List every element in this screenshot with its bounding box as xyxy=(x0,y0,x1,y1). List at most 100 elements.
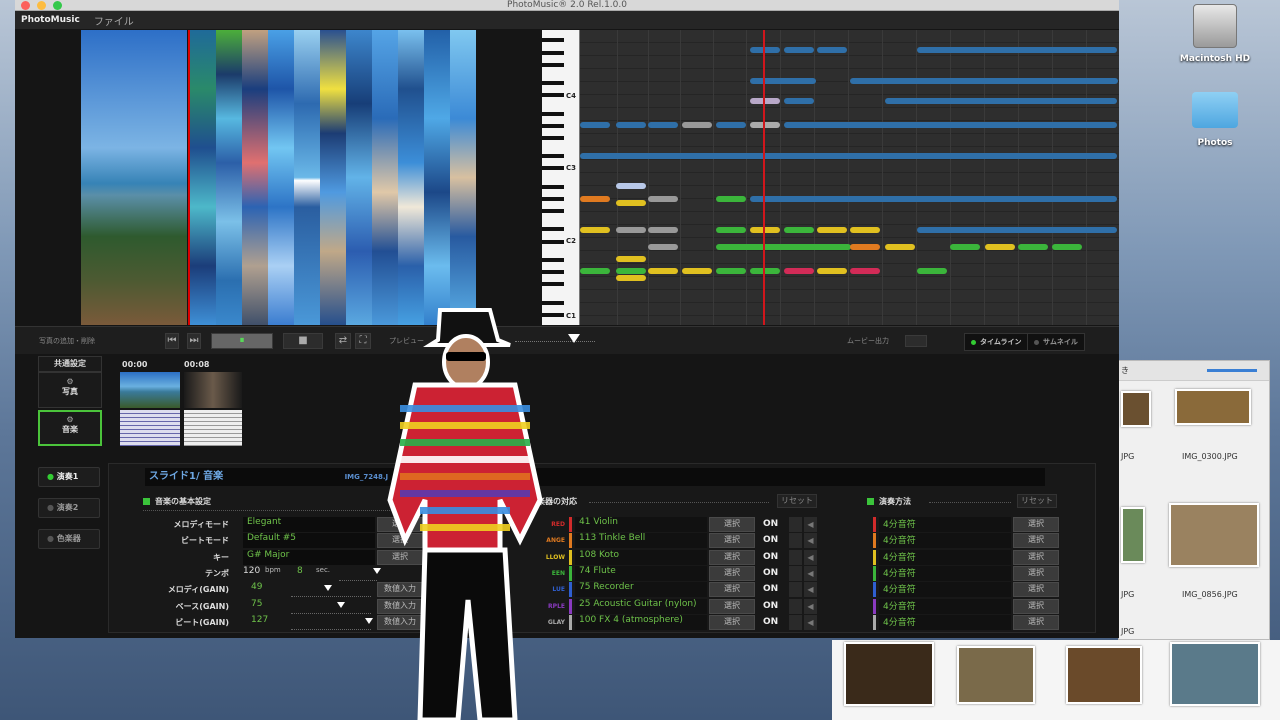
app-menu[interactable]: PhotoMusic xyxy=(21,15,80,25)
note-block[interactable] xyxy=(885,244,915,250)
instrument-on-state[interactable]: ON xyxy=(763,566,778,581)
speaker-icon[interactable]: ◀ xyxy=(804,598,817,614)
next-button[interactable]: ⏭ xyxy=(187,333,201,349)
file-thumbnail[interactable] xyxy=(1175,389,1251,425)
note-block[interactable] xyxy=(917,268,947,274)
gain-slider[interactable] xyxy=(291,615,373,630)
speaker-icon[interactable]: ◀ xyxy=(804,533,817,549)
note-block[interactable] xyxy=(784,268,814,274)
piano-roll[interactable]: C4 C3 C2 C1 xyxy=(542,30,1119,325)
instrument-name[interactable]: 41 Violin xyxy=(575,517,707,532)
instrument-on-state[interactable]: ON xyxy=(763,582,778,597)
playhead[interactable] xyxy=(763,30,765,325)
tempo-value[interactable]: 120 xyxy=(243,566,260,581)
note-block[interactable] xyxy=(817,268,847,274)
mute-button[interactable] xyxy=(789,598,802,614)
note-block[interactable] xyxy=(817,227,847,233)
note-block[interactable] xyxy=(917,47,1117,53)
gain-slider-thumb[interactable] xyxy=(365,617,373,624)
note-block[interactable] xyxy=(917,227,1117,233)
file-thumbnail[interactable] xyxy=(957,646,1035,704)
finder-zoom-slider[interactable] xyxy=(1207,369,1257,372)
note-block[interactable] xyxy=(580,227,610,233)
note-block[interactable] xyxy=(716,227,746,233)
music-clip-1[interactable] xyxy=(120,410,180,446)
note-value[interactable]: 4分音符 xyxy=(879,582,1011,598)
note-block[interactable] xyxy=(682,268,712,274)
note-value[interactable]: 4分音符 xyxy=(879,549,1011,565)
instrument-select-button[interactable]: 選択 xyxy=(709,517,755,532)
music-track-tab[interactable]: ⚙ 音楽 xyxy=(38,410,102,446)
playing-reset-button[interactable]: リセット xyxy=(1017,494,1057,508)
speaker-icon[interactable]: ◀ xyxy=(804,614,817,630)
gain-slider-thumb[interactable] xyxy=(337,601,345,608)
note-value[interactable]: 4分音符 xyxy=(879,614,1011,630)
speaker-icon[interactable]: ◀ xyxy=(804,565,817,581)
view-timeline-tab[interactable]: タイムライン xyxy=(964,333,1029,351)
note-block[interactable] xyxy=(750,122,780,128)
playing-select-button[interactable]: 選択 xyxy=(1013,598,1059,614)
note-block[interactable] xyxy=(950,244,980,250)
file-thumbnail[interactable] xyxy=(1121,391,1151,427)
gain-slider-thumb[interactable] xyxy=(324,585,332,592)
movie-output-button[interactable] xyxy=(905,335,927,347)
note-block[interactable] xyxy=(784,47,814,53)
loop-button[interactable]: ⇄ xyxy=(335,333,351,349)
finder-window[interactable]: き JPG IMG_0300.JPG JPG IMG_0856.JPG JPG xyxy=(1118,360,1270,640)
note-block[interactable] xyxy=(716,196,746,202)
playing-select-button[interactable]: 選択 xyxy=(1013,517,1059,532)
fullscreen-button[interactable]: ⛶ xyxy=(355,333,371,349)
playing-select-button[interactable]: 選択 xyxy=(1013,549,1059,565)
note-block[interactable] xyxy=(648,268,678,274)
desktop-item-macintosh-hd[interactable]: Macintosh HD xyxy=(1170,4,1260,64)
note-grid[interactable] xyxy=(580,30,1119,325)
note-block[interactable] xyxy=(817,47,847,53)
gain-value[interactable]: 127 xyxy=(243,615,279,630)
note-block[interactable] xyxy=(750,78,816,84)
note-block[interactable] xyxy=(750,227,780,233)
preview-slider-thumb[interactable] xyxy=(568,334,580,343)
mute-button[interactable] xyxy=(789,565,802,581)
tempo-slider[interactable] xyxy=(339,566,381,581)
note-block[interactable] xyxy=(784,122,1117,128)
desktop-item-photos[interactable]: Photos xyxy=(1170,92,1260,148)
slide-thumbnail-1[interactable] xyxy=(120,372,180,408)
mute-button[interactable] xyxy=(789,549,802,565)
instrument-name[interactable]: 108 Koto xyxy=(575,549,707,565)
file-thumbnail[interactable] xyxy=(1169,503,1259,567)
instrument-on-state[interactable]: ON xyxy=(763,550,778,565)
note-block[interactable] xyxy=(616,268,646,274)
note-block[interactable] xyxy=(682,122,712,128)
note-block[interactable] xyxy=(716,122,746,128)
instrument-name[interactable]: 100 FX 4 (atmosphere) xyxy=(575,614,707,630)
gain-value[interactable]: 49 xyxy=(243,582,279,597)
file-thumbnail[interactable] xyxy=(1170,642,1260,706)
note-block[interactable] xyxy=(850,268,880,274)
instrument-select-button[interactable]: 選択 xyxy=(709,582,755,598)
note-value[interactable]: 4分音符 xyxy=(879,598,1011,614)
file-thumbnail[interactable] xyxy=(1121,507,1145,563)
note-block[interactable] xyxy=(580,122,610,128)
view-thumbnail-tab[interactable]: サムネイル xyxy=(1027,333,1085,351)
note-block[interactable] xyxy=(885,98,1117,104)
note-block[interactable] xyxy=(784,98,814,104)
prev-button[interactable]: ⏮ xyxy=(165,333,179,349)
instrument-select-button[interactable]: 選択 xyxy=(709,533,755,549)
mute-button[interactable] xyxy=(789,614,802,630)
instrument-name[interactable]: 113 Tinkle Bell xyxy=(575,533,707,549)
note-block[interactable] xyxy=(750,268,780,274)
speaker-icon[interactable]: ◀ xyxy=(804,549,817,565)
gain-slider[interactable] xyxy=(291,599,371,614)
playing-select-button[interactable]: 選択 xyxy=(1013,582,1059,598)
slide-thumbnail-2[interactable] xyxy=(184,372,242,408)
note-block[interactable] xyxy=(580,268,610,274)
note-block[interactable] xyxy=(850,244,880,250)
speaker-icon[interactable]: ◀ xyxy=(804,582,817,598)
performance-1-tab[interactable]: ● 演奏1 xyxy=(38,467,100,487)
instrument-on-state[interactable]: ON xyxy=(763,615,778,630)
note-block[interactable] xyxy=(850,227,880,233)
note-value[interactable]: 4分音符 xyxy=(879,533,1011,549)
note-block[interactable] xyxy=(850,78,1118,84)
note-block[interactable] xyxy=(648,196,678,202)
note-block[interactable] xyxy=(616,227,646,233)
